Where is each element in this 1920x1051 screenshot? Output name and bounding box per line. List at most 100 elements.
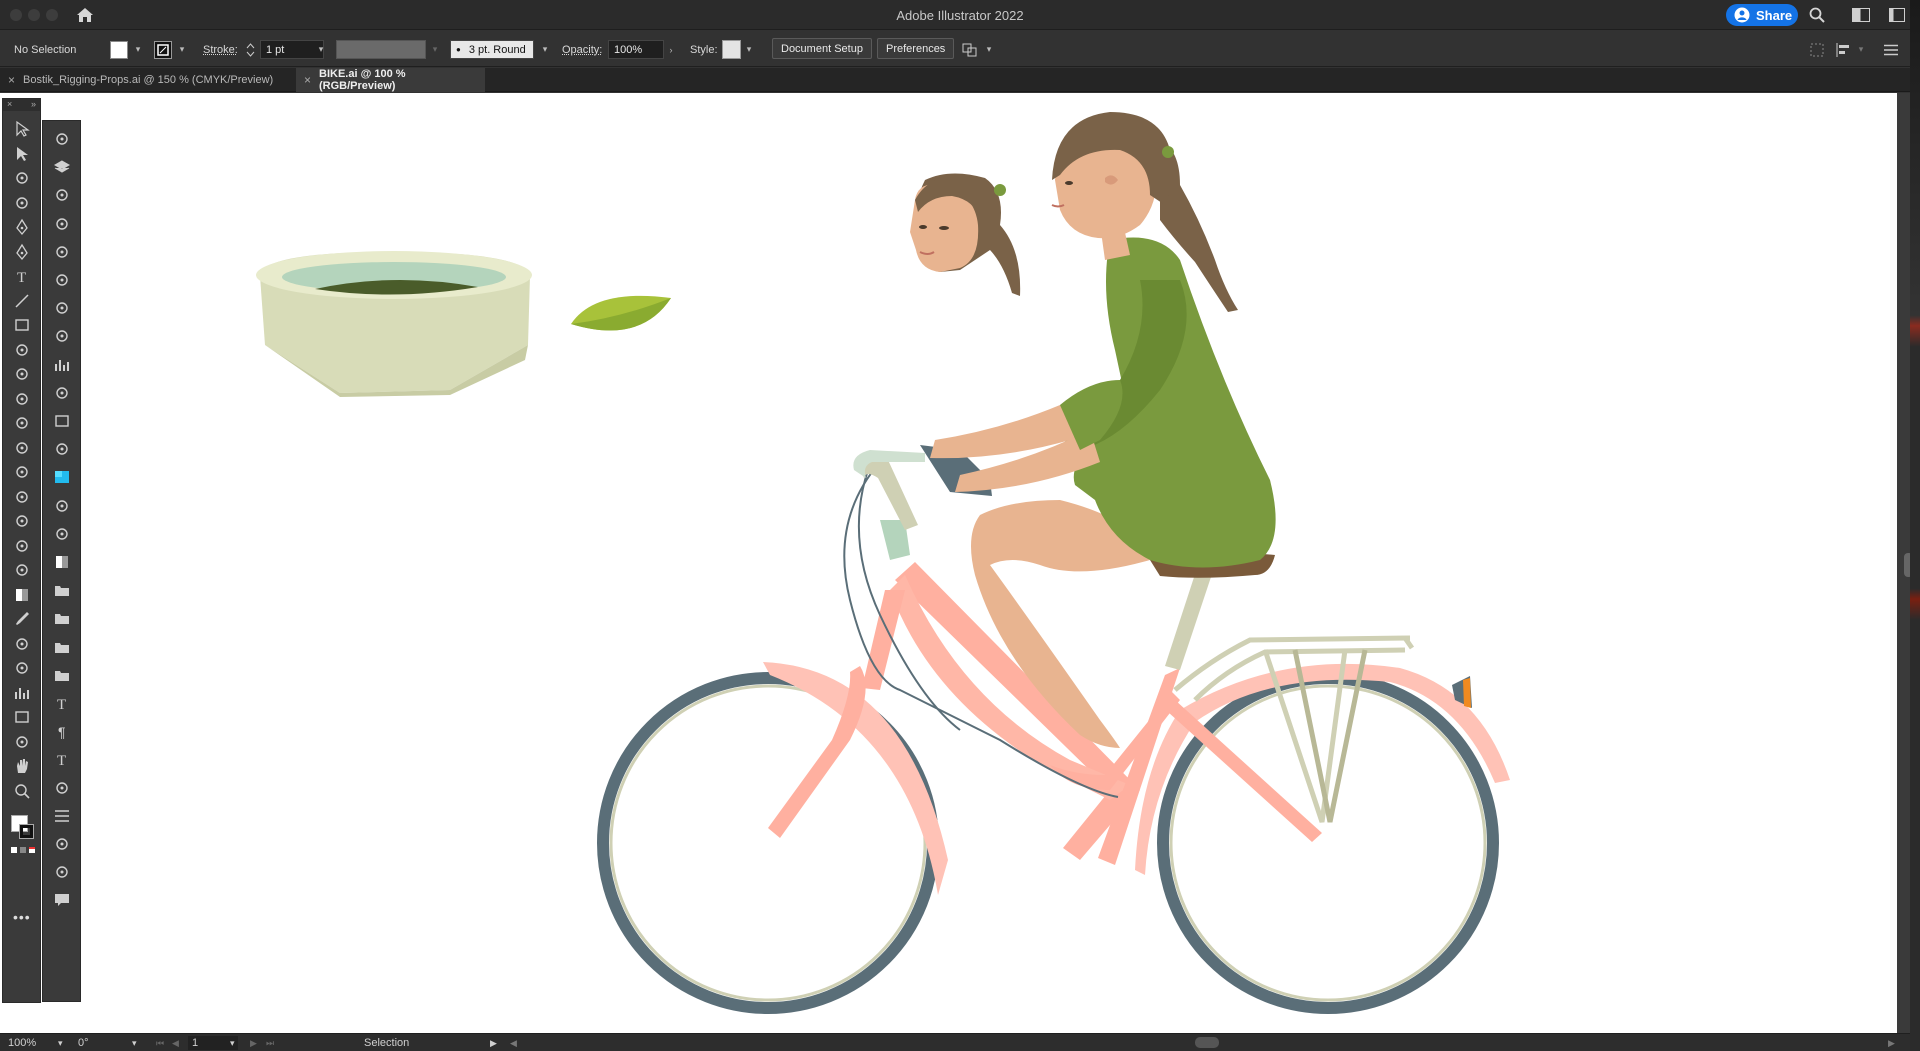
more-tools-icon[interactable]: •••	[13, 909, 31, 925]
gradient-panel-button[interactable]	[51, 552, 73, 572]
arrange-dropdown[interactable]: ▾	[984, 40, 994, 59]
brush-definition[interactable]: ● 3 pt. Round	[450, 40, 534, 59]
brush-dropdown[interactable]: ▾	[540, 40, 550, 59]
puppet-warp-button[interactable]	[51, 778, 73, 798]
tea-bowl[interactable]	[256, 251, 532, 397]
comments-panel-button[interactable]	[51, 890, 73, 910]
fill-stroke-indicator[interactable]	[7, 809, 37, 839]
properties-panel-button[interactable]	[51, 270, 73, 290]
align-options-button[interactable]	[1836, 40, 1852, 59]
hand-tool-button[interactable]	[11, 756, 33, 776]
opentype-panel-button[interactable]: T	[51, 749, 73, 769]
isolate-button[interactable]	[1810, 40, 1824, 59]
opacity-field[interactable]: 100%	[608, 40, 664, 59]
seat-post[interactable]	[1165, 565, 1215, 670]
stroke-label[interactable]: Stroke:	[203, 40, 238, 59]
artboard-tool-button[interactable]	[11, 707, 33, 727]
artboard-nav-first[interactable]: ⏮	[156, 1036, 164, 1050]
horizontal-scroll-thumb[interactable]	[1195, 1037, 1219, 1048]
share-button[interactable]: Share	[1726, 4, 1798, 26]
shaper-tool-button[interactable]	[11, 364, 33, 384]
folder-button[interactable]	[51, 580, 73, 600]
appearance-panel-button[interactable]	[51, 298, 73, 318]
tea-leaf[interactable]	[571, 295, 671, 331]
artboards-panel-button[interactable]	[51, 411, 73, 431]
image-trace-panel-button[interactable]	[51, 439, 73, 459]
paragraph-panel-button[interactable]: ¶	[51, 721, 73, 741]
tab-bike[interactable]: × BIKE.ai @ 100 % (RGB/Preview)	[296, 68, 485, 92]
selection-tool-button[interactable]	[11, 119, 33, 139]
variable-width-profile[interactable]	[336, 40, 426, 59]
align-panel-button[interactable]	[51, 326, 73, 346]
swatches-panel-button[interactable]	[51, 467, 73, 487]
stroke-weight-field[interactable]: 1 pt	[260, 40, 324, 59]
symbols-panel-button[interactable]	[51, 214, 73, 234]
tab-bostik-rigging-props[interactable]: × Bostik_Rigging-Props.ai @ 150 % (CMYK/…	[0, 68, 296, 92]
handlebar-stem[interactable]	[858, 454, 918, 530]
rear-wheel[interactable]	[1157, 672, 1499, 1014]
curvature-tool-button[interactable]	[11, 242, 33, 262]
artboard-nav-last[interactable]: ⏭	[266, 1036, 274, 1050]
rotation-dropdown[interactable]: ▾	[132, 1036, 137, 1050]
fill-dropdown[interactable]: ▾	[133, 40, 143, 59]
artboard-nav-next[interactable]: ▶	[250, 1036, 257, 1050]
align-left-button[interactable]	[51, 862, 73, 882]
status-menu-arrow[interactable]: ▶	[490, 1036, 497, 1050]
variable-width-dropdown[interactable]: ▾	[430, 40, 440, 59]
stroke-panel-button[interactable]	[51, 806, 73, 826]
document-setup-button[interactable]: Document Setup	[772, 38, 872, 59]
gradient-tool-button[interactable]	[11, 585, 33, 605]
graphic-style-dropdown[interactable]: ▾	[744, 40, 754, 59]
pen-tool-button[interactable]	[11, 217, 33, 237]
shape-builder-tool-button[interactable]	[11, 511, 33, 531]
arrange-documents-button[interactable]	[1852, 6, 1870, 24]
opacity-label[interactable]: Opacity:	[562, 40, 602, 59]
current-tool-status[interactable]: Selection	[364, 1036, 409, 1050]
transform-panel-button[interactable]	[51, 129, 73, 149]
line-segment-tool-button[interactable]	[11, 291, 33, 311]
column-graph-tool-button[interactable]	[11, 683, 33, 703]
spare-head[interactable]	[910, 173, 1021, 296]
symbol-sprayer-tool-button[interactable]	[11, 658, 33, 678]
folder-button[interactable]	[51, 608, 73, 628]
canvas-workspace[interactable]	[0, 93, 1920, 1033]
character-panel-button[interactable]: T	[51, 693, 73, 713]
rotate-tool-button[interactable]	[11, 413, 33, 433]
rear-fender[interactable]	[1135, 663, 1510, 875]
artboard[interactable]	[0, 93, 1897, 1033]
rectangle-tool-button[interactable]	[11, 315, 33, 335]
scroll-left-arrow[interactable]: ◀	[510, 1036, 517, 1050]
free-transform-tool-button[interactable]	[11, 487, 33, 507]
links-panel-button[interactable]	[51, 383, 73, 403]
panel-menu-button[interactable]	[1884, 40, 1898, 59]
perspective-grid-tool-button[interactable]	[11, 536, 33, 556]
zoom-field[interactable]: 100%	[8, 1036, 36, 1050]
lasso-tool-button[interactable]	[11, 193, 33, 213]
fill-color-swatch[interactable]	[110, 40, 128, 59]
search-button[interactable]	[1808, 6, 1826, 24]
zoom-dropdown[interactable]: ▾	[58, 1036, 63, 1050]
warp-tool-button[interactable]	[11, 462, 33, 482]
workspace-switcher-button[interactable]	[1888, 6, 1906, 24]
magic-wand-tool-button[interactable]	[11, 168, 33, 188]
brushes-panel-button[interactable]	[51, 524, 73, 544]
stroke-swatch-dropdown[interactable]: ▾	[177, 40, 187, 59]
rotation-field[interactable]: 0°	[78, 1036, 89, 1050]
scale-tool-button[interactable]	[11, 438, 33, 458]
slice-tool-button[interactable]	[11, 732, 33, 752]
artboard-nav-prev[interactable]: ◀	[172, 1036, 179, 1050]
stroke-color-swatch[interactable]	[154, 40, 172, 59]
arrange-menu-button[interactable]	[962, 40, 978, 59]
graphic-style-swatch[interactable]	[722, 40, 741, 59]
folder-button[interactable]	[51, 637, 73, 657]
export-panel-button[interactable]	[51, 242, 73, 262]
paintbrush-tool-button[interactable]	[11, 340, 33, 360]
align-dropdown[interactable]: ▾	[1856, 40, 1866, 59]
type-tool-button[interactable]: T	[11, 266, 33, 286]
color-button[interactable]	[11, 847, 17, 853]
scroll-right-arrow[interactable]: ▶	[1888, 1036, 1895, 1050]
close-tab-icon[interactable]: ×	[304, 73, 311, 87]
direct-selection-tool-button[interactable]	[11, 144, 33, 164]
close-panel-icon[interactable]: ×	[7, 99, 12, 111]
zoom-tool-button[interactable]	[11, 781, 33, 801]
